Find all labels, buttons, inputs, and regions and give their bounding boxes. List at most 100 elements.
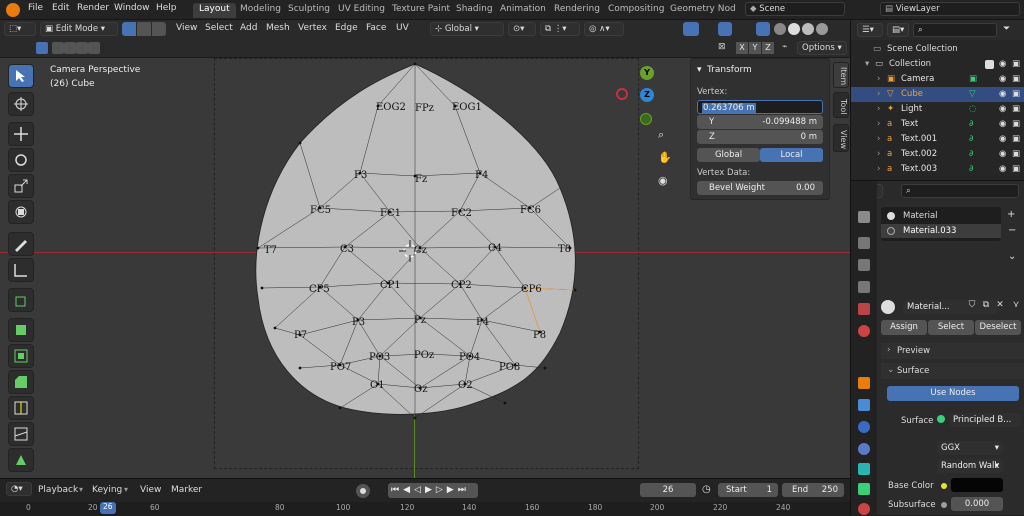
- tool-tab-icon[interactable]: [858, 211, 870, 223]
- select-intersect-icon[interactable]: [88, 42, 100, 54]
- expand-icon[interactable]: ›: [877, 132, 880, 147]
- global-toggle[interactable]: Global: [697, 148, 760, 162]
- tab-uv-editing[interactable]: UV Editing: [332, 3, 391, 18]
- mirror-z-toggle[interactable]: Z: [762, 42, 774, 54]
- close-icon[interactable]: ✕: [993, 300, 1007, 314]
- filter-icon[interactable]: ⏷: [1003, 24, 1010, 34]
- pan-hand-icon[interactable]: ✋: [658, 151, 674, 167]
- fake-user-shield-icon[interactable]: ⛉: [965, 300, 979, 314]
- outliner-item[interactable]: › ▣ Camera ▣ ◉ ▣: [851, 72, 1024, 87]
- mesh-vertex[interactable]: [413, 62, 417, 66]
- duplicate-icon[interactable]: ⧉: [979, 300, 993, 314]
- mesh-vertex[interactable]: [418, 246, 422, 250]
- mesh-vertex[interactable]: [388, 210, 392, 214]
- mesh-vertex[interactable]: [386, 281, 390, 285]
- mesh-vertex[interactable]: [260, 286, 264, 290]
- expand-icon[interactable]: ›: [877, 102, 880, 117]
- view-layer-tab-icon[interactable]: [858, 281, 870, 293]
- options-menu[interactable]: Options ▾: [797, 41, 847, 55]
- mesh-vertex[interactable]: [493, 245, 497, 249]
- preview-panel-header[interactable]: › Preview: [881, 343, 1024, 359]
- rotate-tool-button[interactable]: [8, 148, 34, 172]
- vertex-z-field[interactable]: Z 0 m: [697, 130, 823, 144]
- annotate-tool-button[interactable]: [8, 232, 34, 256]
- tab-layout[interactable]: Layout: [193, 3, 236, 18]
- rendered-shading-icon[interactable]: [816, 23, 828, 35]
- subsurface-value-field[interactable]: 0.000: [951, 497, 1003, 511]
- distribution-select[interactable]: GGX ▾: [937, 441, 1003, 455]
- material-slot[interactable]: Material: [881, 209, 1001, 223]
- camera-render-icon[interactable]: ▣: [1012, 87, 1020, 102]
- tab-shading[interactable]: Shading: [450, 3, 499, 18]
- mesh-vertex[interactable]: [513, 363, 517, 367]
- solid-shading-icon[interactable]: [788, 23, 800, 35]
- menu-render[interactable]: Render: [77, 3, 109, 13]
- extrude-tool-button[interactable]: [8, 318, 34, 342]
- expand-icon[interactable]: ›: [877, 147, 880, 162]
- blender-logo-icon[interactable]: [6, 3, 20, 17]
- mesh-vertex[interactable]: [318, 285, 322, 289]
- mesh-vertex[interactable]: [458, 209, 462, 213]
- tab-animation[interactable]: Animation: [494, 3, 552, 18]
- menu-mesh[interactable]: Mesh: [266, 23, 290, 33]
- checkbox-icon[interactable]: [985, 60, 994, 69]
- menu-view[interactable]: View: [176, 23, 197, 33]
- material-slot-active[interactable]: Material.033: [881, 224, 1001, 238]
- eye-icon[interactable]: ◉: [999, 87, 1006, 102]
- physics-tab-icon[interactable]: [858, 443, 870, 455]
- world-tab-icon[interactable]: [858, 325, 870, 337]
- expand-icon[interactable]: ▾: [865, 57, 869, 72]
- clock-icon[interactable]: ◷: [702, 484, 711, 495]
- mesh-vertex[interactable]: [463, 382, 467, 386]
- vertex-x-field[interactable]: 0.263706 m: [697, 100, 823, 114]
- menu-select[interactable]: Select: [205, 23, 233, 33]
- assign-button[interactable]: Assign: [881, 320, 927, 335]
- bevel-tool-button[interactable]: [8, 370, 34, 394]
- menu-playback[interactable]: Playback: [38, 485, 78, 495]
- tab-rendering[interactable]: Rendering: [548, 3, 606, 18]
- mirror-y-toggle[interactable]: Y: [749, 42, 761, 54]
- menu-edit[interactable]: Edit: [52, 3, 69, 13]
- mesh-vertex[interactable]: [356, 318, 360, 322]
- modifier-wrench-icon[interactable]: [858, 399, 870, 411]
- output-tab-icon[interactable]: [858, 259, 870, 271]
- mesh-vertex[interactable]: [376, 382, 380, 386]
- playhead-frame[interactable]: 26: [100, 502, 116, 514]
- view-object-types-icon[interactable]: [683, 22, 699, 36]
- outliner-item[interactable]: › ✦ Light ◌ ◉ ▣: [851, 102, 1024, 117]
- mesh-vertex[interactable]: [273, 326, 277, 330]
- expand-icon[interactable]: ›: [877, 87, 880, 102]
- menu-uv[interactable]: UV: [396, 23, 409, 33]
- eye-icon[interactable]: ◉: [999, 102, 1006, 117]
- mirror-x-toggle[interactable]: X: [736, 42, 748, 54]
- bevel-weight-field[interactable]: Bevel Weight 0.00: [697, 181, 823, 195]
- record-button[interactable]: [356, 484, 370, 498]
- frame-ruler[interactable]: 0 20 26 60 80 100 120 140 160 180 200 22…: [0, 502, 850, 516]
- camera-view-icon[interactable]: ◉: [658, 174, 674, 190]
- eye-icon[interactable]: ◉: [999, 132, 1006, 147]
- mesh-vertex[interactable]: [568, 246, 572, 250]
- menu-help[interactable]: Help: [156, 3, 177, 13]
- tab-modeling[interactable]: Modeling: [234, 3, 287, 18]
- base-color-swatch[interactable]: [951, 478, 1003, 492]
- view-layer-selector[interactable]: ▤ ViewLayer: [880, 2, 1020, 16]
- camera-render-icon[interactable]: ▣: [1012, 72, 1020, 87]
- select-button[interactable]: Select: [928, 320, 974, 335]
- particles-tab-icon[interactable]: [858, 421, 870, 433]
- mesh-vertex[interactable]: [298, 366, 302, 370]
- gizmo-neg-y-icon[interactable]: [640, 113, 652, 125]
- outliner-item[interactable]: › a Text.003 ∂ ◉ ▣: [851, 162, 1024, 177]
- measure-tool-button[interactable]: [8, 258, 34, 282]
- select-invert-icon[interactable]: [76, 42, 88, 54]
- mesh-vertex[interactable]: [413, 416, 417, 420]
- menu-add[interactable]: Add: [240, 23, 257, 33]
- 3d-viewport[interactable]: FPzEOG2EOG1F3FzF4FC5FC1FC2FC6T7C3CzC4T8C…: [0, 58, 850, 478]
- object-tab-icon[interactable]: [858, 377, 870, 389]
- camera-render-icon[interactable]: ▣: [1012, 102, 1020, 117]
- current-frame-field[interactable]: 26: [640, 483, 696, 497]
- constraints-tab-icon[interactable]: [858, 463, 870, 475]
- snap-toggle[interactable]: ⧉ ⋮▾: [540, 22, 580, 36]
- material-tab-icon[interactable]: [858, 503, 870, 515]
- link-icon[interactable]: ⋎: [1009, 300, 1023, 314]
- mesh-vertex[interactable]: [338, 406, 342, 410]
